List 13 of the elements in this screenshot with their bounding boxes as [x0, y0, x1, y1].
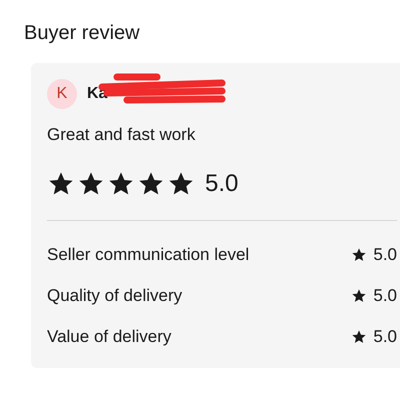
rating-score: 5.0 — [373, 285, 397, 307]
overall-score: 5.0 — [205, 169, 238, 199]
rating-score: 5.0 — [373, 244, 397, 266]
rating-label: Seller communication level — [47, 244, 250, 266]
star-icon — [351, 247, 368, 263]
rating-score: 5.0 — [373, 326, 397, 348]
star-icon — [351, 329, 368, 345]
review-comment: Great and fast work — [47, 124, 196, 146]
rating-label: Value of delivery — [47, 326, 172, 348]
avatar: K — [47, 79, 77, 109]
rating-label: Quality of delivery — [47, 285, 182, 307]
section-title: Buyer review — [24, 21, 141, 46]
star-icon — [351, 288, 368, 304]
